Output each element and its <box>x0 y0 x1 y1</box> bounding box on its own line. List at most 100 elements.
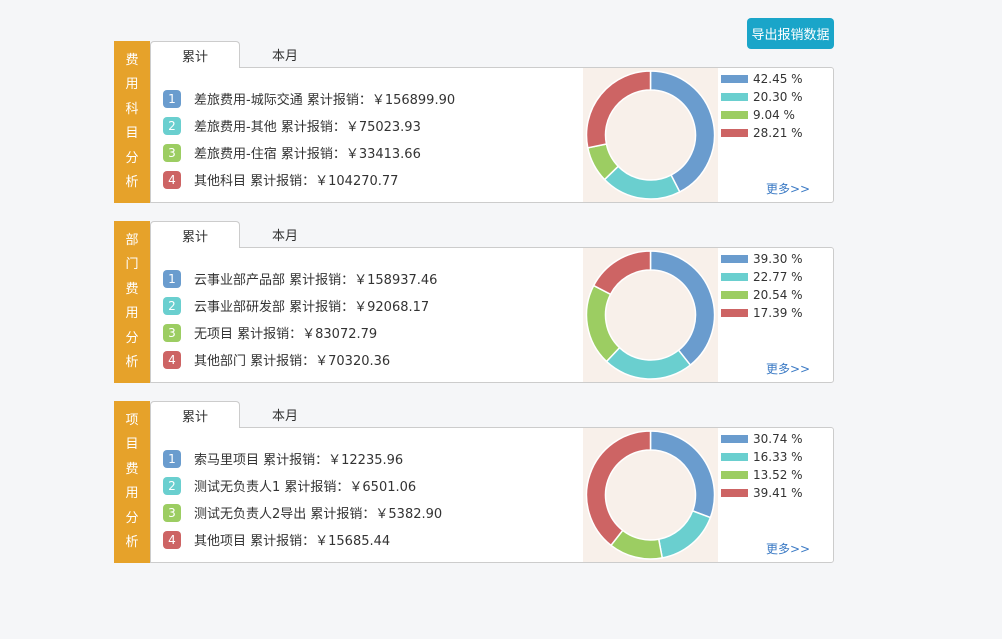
donut-slice <box>657 509 712 559</box>
tab-cumulative[interactable]: 累计 <box>150 401 240 428</box>
list-item: 4 其他部门 累计报销：￥70320.36 <box>163 346 437 373</box>
legend-percent: 20.30 % <box>753 90 803 104</box>
item-label: 测试无负责人2导出 累计报销：￥5382.90 <box>194 507 443 522</box>
side-title-char: 费 <box>125 281 139 297</box>
item-label: 差旅费用-住宿 累计报销：￥33413.66 <box>194 147 421 162</box>
legend-percent: 13.52 % <box>753 468 803 482</box>
rank-badge: 4 <box>163 350 181 369</box>
donut-slice <box>603 165 681 200</box>
item-label: 其他部门 累计报销：￥70320.36 <box>194 354 391 369</box>
donut-svg <box>585 250 716 380</box>
donut-slice <box>649 250 716 367</box>
panel-content: 1 差旅费用-城际交通 累计报销：￥156899.90 2 差旅费用-其他 累计… <box>150 67 834 203</box>
chart-legend: 42.45 % 20.30 % 9.04 % 28.21 % <box>721 70 803 142</box>
legend-item: 28.21 % <box>721 124 803 142</box>
rank-badge: 1 <box>163 269 181 288</box>
donut-chart <box>583 248 718 382</box>
side-title-char: 分 <box>125 510 139 526</box>
legend-item: 20.30 % <box>721 88 803 106</box>
panel-side-title: 费用科目分析 <box>114 41 150 203</box>
item-label: 无项目 累计报销：￥83072.79 <box>194 327 378 342</box>
donut-slice <box>649 430 716 519</box>
chart-legend: 30.74 % 16.33 % 13.52 % 39.41 % <box>721 430 803 502</box>
legend-percent: 39.41 % <box>753 486 803 500</box>
legend-percent: 30.74 % <box>753 432 803 446</box>
list-item: 1 索马里项目 累计报销：￥12235.96 <box>163 445 442 472</box>
side-title-char: 析 <box>125 355 139 370</box>
list-item: 3 测试无负责人2导出 累计报销：￥5382.90 <box>163 499 442 526</box>
tab-cumulative[interactable]: 累计 <box>150 41 240 68</box>
list-item: 4 其他科目 累计报销：￥104270.77 <box>163 166 455 193</box>
item-label: 其他项目 累计报销：￥15685.44 <box>194 534 391 549</box>
side-title-char: 目 <box>125 126 139 141</box>
side-title-char: 项 <box>125 412 139 428</box>
analysis-panel: 费用科目分析累计 本月 1 差旅费用-城际交通 累计报销：￥156899.90 2… <box>114 41 834 203</box>
side-title-char: 门 <box>125 257 139 272</box>
donut-slice <box>605 346 692 380</box>
legend-swatch <box>721 129 748 137</box>
donut-slice <box>585 430 652 547</box>
side-title-char: 析 <box>125 535 139 550</box>
rank-badge: 3 <box>163 503 181 522</box>
donut-slice <box>585 70 652 149</box>
tab-this-month[interactable]: 本月 <box>240 401 330 427</box>
panel-content: 1 云事业部产品部 累计报销：￥158937.46 2 云事业部研发部 累计报销… <box>150 247 834 383</box>
legend-item: 13.52 % <box>721 466 803 484</box>
ranking-list: 1 索马里项目 累计报销：￥12235.96 2 测试无负责人1 累计报销：￥6… <box>163 445 442 553</box>
legend-percent: 28.21 % <box>753 126 803 140</box>
legend-swatch <box>721 291 748 299</box>
legend-item: 17.39 % <box>721 304 803 322</box>
rank-badge: 4 <box>163 530 181 549</box>
side-title-char: 目 <box>125 437 139 452</box>
side-title-char: 科 <box>125 101 139 117</box>
rank-badge: 3 <box>163 323 181 342</box>
legend-percent: 20.54 % <box>753 288 803 302</box>
legend-item: 30.74 % <box>721 430 803 448</box>
tab-this-month[interactable]: 本月 <box>240 221 330 247</box>
list-item: 1 差旅费用-城际交通 累计报销：￥156899.90 <box>163 85 455 112</box>
side-title-char: 用 <box>125 486 139 501</box>
rank-badge: 4 <box>163 170 181 189</box>
legend-swatch <box>721 435 748 443</box>
item-label: 其他科目 累计报销：￥104270.77 <box>194 174 399 189</box>
legend-item: 39.30 % <box>721 250 803 268</box>
list-item: 2 差旅费用-其他 累计报销：￥75023.93 <box>163 112 455 139</box>
list-item: 4 其他项目 累计报销：￥15685.44 <box>163 526 442 553</box>
more-link[interactable]: 更多>> <box>766 540 810 557</box>
rank-badge: 1 <box>163 449 181 468</box>
donut-svg <box>585 430 716 560</box>
ranking-list: 1 云事业部产品部 累计报销：￥158937.46 2 云事业部研发部 累计报销… <box>163 265 437 373</box>
legend-swatch <box>721 273 748 281</box>
rank-badge: 3 <box>163 143 181 162</box>
donut-svg <box>585 70 716 200</box>
item-label: 差旅费用-其他 累计报销：￥75023.93 <box>194 120 421 135</box>
legend-swatch <box>721 93 748 101</box>
rank-badge: 1 <box>163 89 181 108</box>
legend-swatch <box>721 309 748 317</box>
tab-this-month[interactable]: 本月 <box>240 41 330 67</box>
panel-content: 1 索马里项目 累计报销：￥12235.96 2 测试无负责人1 累计报销：￥6… <box>150 427 834 563</box>
item-label: 差旅费用-城际交通 累计报销：￥156899.90 <box>194 93 456 108</box>
legend-percent: 39.30 % <box>753 252 803 266</box>
legend-item: 9.04 % <box>721 106 803 124</box>
legend-percent: 42.45 % <box>753 72 803 86</box>
more-link[interactable]: 更多>> <box>766 180 810 197</box>
item-label: 测试无负责人1 累计报销：￥6501.06 <box>194 480 417 495</box>
panel-side-title: 项目费用分析 <box>114 401 150 563</box>
donut-chart <box>583 428 718 562</box>
donut-chart <box>583 68 718 202</box>
tab-cumulative[interactable]: 累计 <box>150 221 240 248</box>
side-title-char: 部 <box>125 232 139 248</box>
panel-side-title: 部门费用分析 <box>114 221 150 383</box>
legend-swatch <box>721 471 748 479</box>
chart-legend: 39.30 % 22.77 % 20.54 % 17.39 % <box>721 250 803 322</box>
side-title-char: 用 <box>125 306 139 321</box>
more-link[interactable]: 更多>> <box>766 360 810 377</box>
list-item: 2 云事业部研发部 累计报销：￥92068.17 <box>163 292 437 319</box>
side-title-char: 费 <box>125 52 139 68</box>
rank-badge: 2 <box>163 476 181 495</box>
legend-swatch <box>721 489 748 497</box>
side-title-char: 分 <box>125 150 139 166</box>
ranking-list: 1 差旅费用-城际交通 累计报销：￥156899.90 2 差旅费用-其他 累计… <box>163 85 455 193</box>
rank-badge: 2 <box>163 116 181 135</box>
